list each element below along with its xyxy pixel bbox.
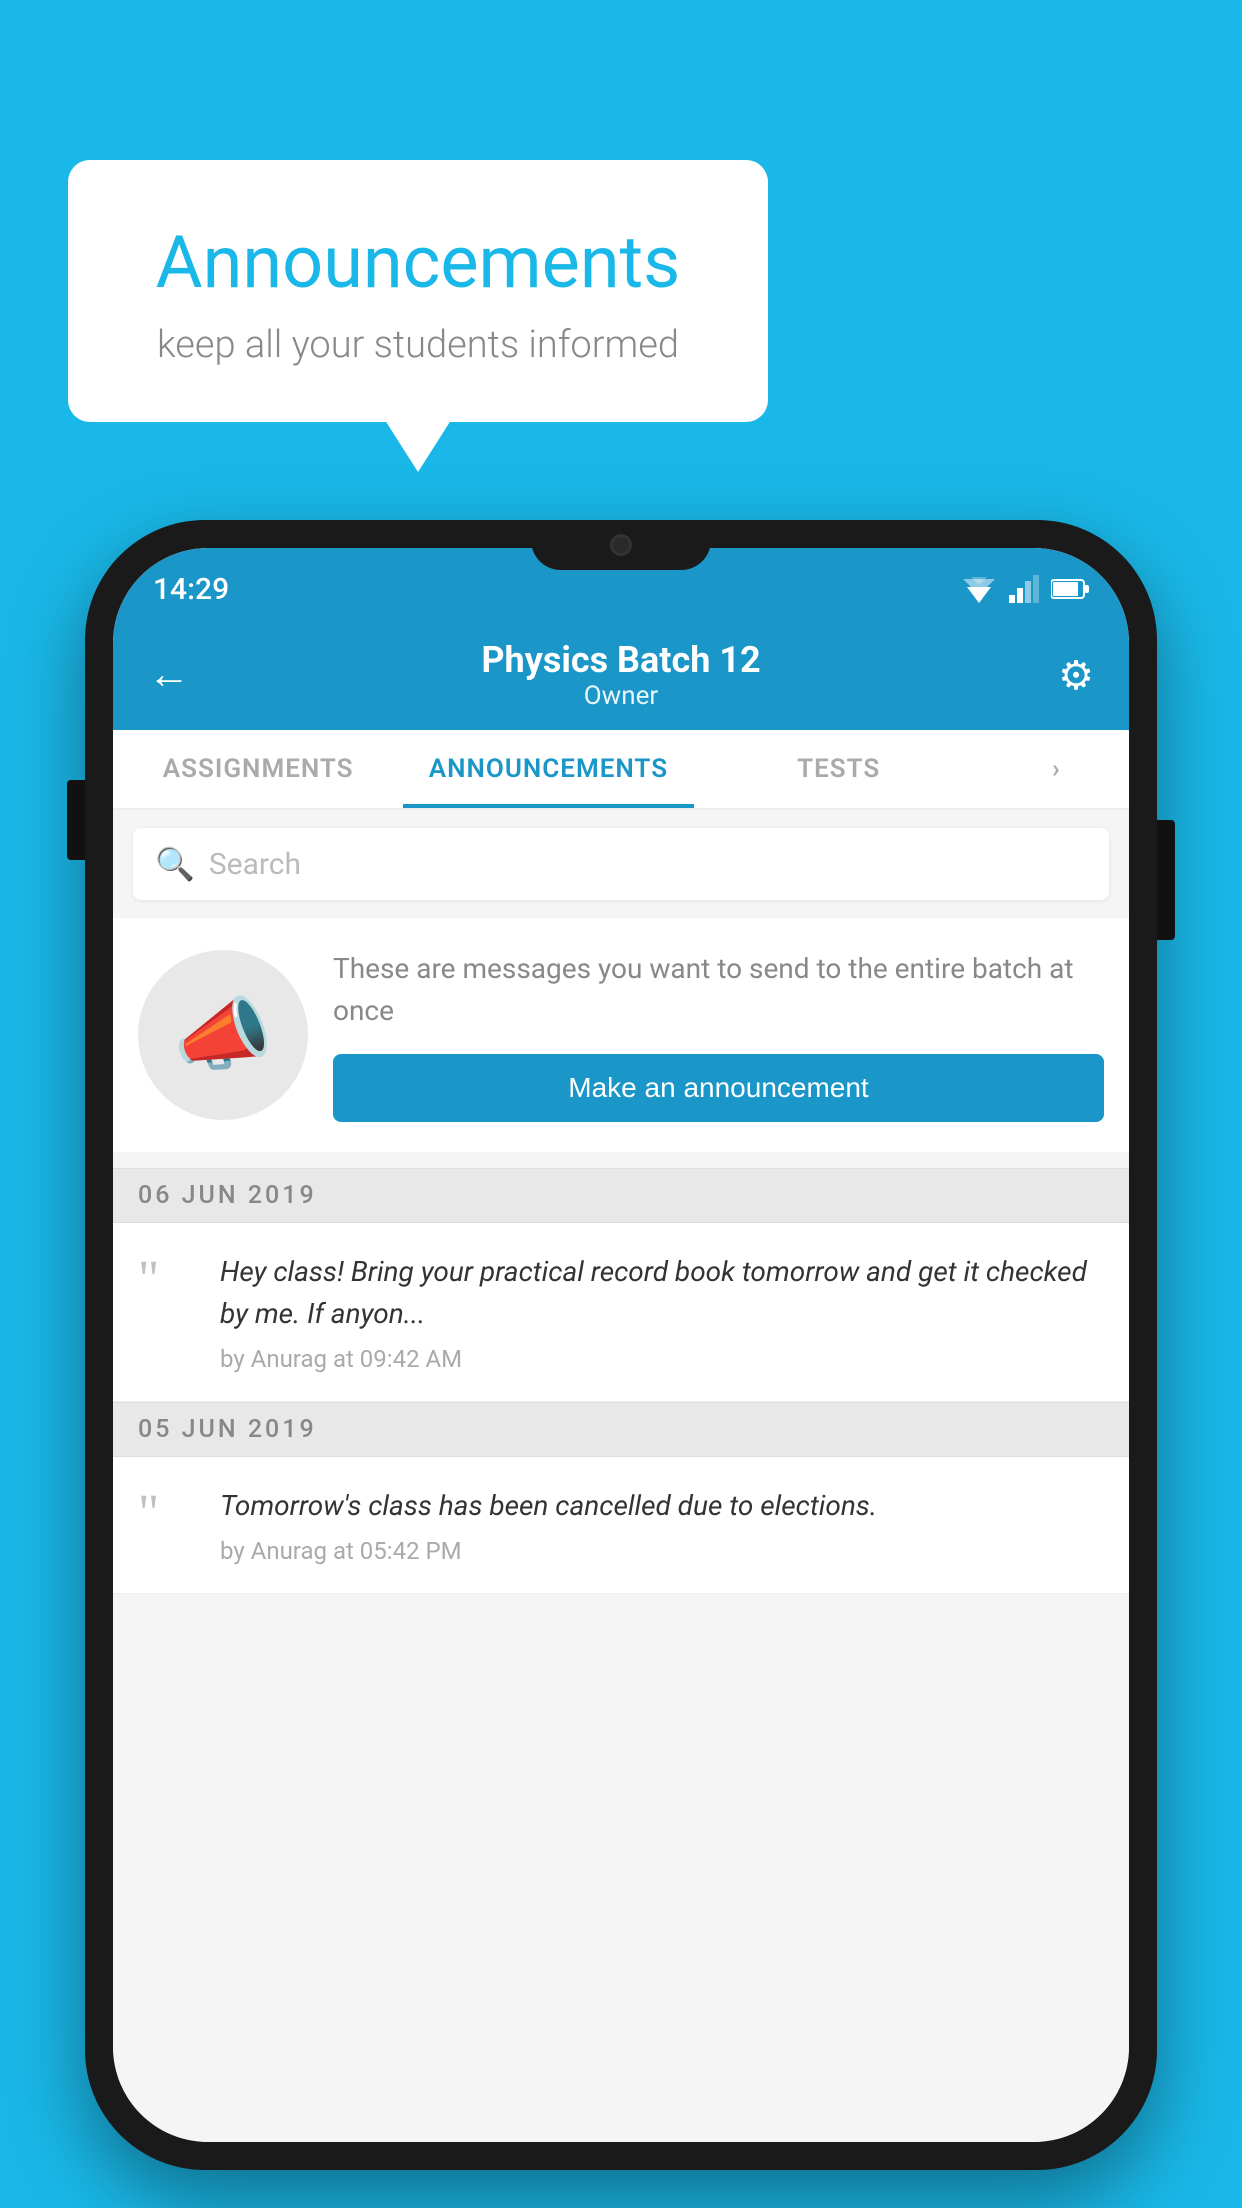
quote-icon-1: " bbox=[138, 1259, 198, 1301]
phone-camera bbox=[610, 534, 632, 556]
tabs-bar: ASSIGNMENTS ANNOUNCEMENTS TESTS › bbox=[113, 730, 1129, 810]
tab-tests[interactable]: TESTS bbox=[694, 730, 984, 808]
speech-bubble-container: Announcements keep all your students inf… bbox=[68, 160, 768, 422]
back-button[interactable]: ← bbox=[148, 654, 190, 696]
speech-bubble-title: Announcements bbox=[118, 220, 718, 305]
announcement-cta: 📣 These are messages you want to send to… bbox=[113, 918, 1129, 1152]
announcement-text-2: Tomorrow's class has been cancelled due … bbox=[220, 1485, 1104, 1527]
tab-more[interactable]: › bbox=[984, 730, 1129, 808]
wifi-icon bbox=[961, 575, 997, 603]
search-bar[interactable]: 🔍 Search bbox=[133, 828, 1109, 900]
announcement-meta-2: by Anurag at 05:42 PM bbox=[220, 1537, 1104, 1565]
content-area: 🔍 Search 📣 These are messages you want t… bbox=[113, 810, 1129, 2142]
status-icons bbox=[961, 575, 1089, 603]
speech-bubble-subtitle: keep all your students informed bbox=[118, 323, 718, 367]
signal-icon bbox=[1009, 575, 1039, 603]
announcement-content-2: Tomorrow's class has been cancelled due … bbox=[220, 1485, 1104, 1565]
cta-right: These are messages you want to send to t… bbox=[333, 948, 1104, 1122]
phone-screen: 14:29 bbox=[113, 548, 1129, 2142]
tab-announcements[interactable]: ANNOUNCEMENTS bbox=[403, 730, 693, 808]
app-bar-subtitle: Owner bbox=[481, 681, 760, 711]
search-placeholder: Search bbox=[209, 847, 301, 882]
make-announcement-button[interactable]: Make an announcement bbox=[333, 1054, 1104, 1122]
status-time: 14:29 bbox=[153, 572, 229, 607]
app-bar-title: Physics Batch 12 bbox=[481, 639, 760, 681]
phone-outer: 14:29 bbox=[85, 520, 1157, 2170]
app-bar-title-section: Physics Batch 12 Owner bbox=[481, 639, 760, 711]
settings-button[interactable]: ⚙ bbox=[1058, 652, 1094, 699]
speech-bubble: Announcements keep all your students inf… bbox=[68, 160, 768, 422]
phone-mockup: 14:29 bbox=[85, 520, 1157, 2170]
announcement-content-1: Hey class! Bring your practical record b… bbox=[220, 1251, 1104, 1373]
cta-description: These are messages you want to send to t… bbox=[333, 948, 1104, 1032]
megaphone-circle: 📣 bbox=[138, 950, 308, 1120]
megaphone-icon: 📣 bbox=[173, 988, 273, 1082]
app-bar: ← Physics Batch 12 Owner ⚙ bbox=[113, 620, 1129, 730]
announcement-item-1[interactable]: " Hey class! Bring your practical record… bbox=[113, 1223, 1129, 1402]
announcement-text-1: Hey class! Bring your practical record b… bbox=[220, 1251, 1104, 1335]
search-icon: 🔍 bbox=[155, 845, 195, 883]
battery-icon bbox=[1051, 578, 1089, 600]
quote-icon-2: " bbox=[138, 1493, 198, 1535]
date-separator-1: 06 JUN 2019 bbox=[113, 1168, 1129, 1223]
announcement-meta-1: by Anurag at 09:42 AM bbox=[220, 1345, 1104, 1373]
announcement-item-2[interactable]: " Tomorrow's class has been cancelled du… bbox=[113, 1457, 1129, 1594]
phone-notch bbox=[531, 520, 711, 570]
tab-assignments[interactable]: ASSIGNMENTS bbox=[113, 730, 403, 808]
date-separator-2: 05 JUN 2019 bbox=[113, 1402, 1129, 1457]
